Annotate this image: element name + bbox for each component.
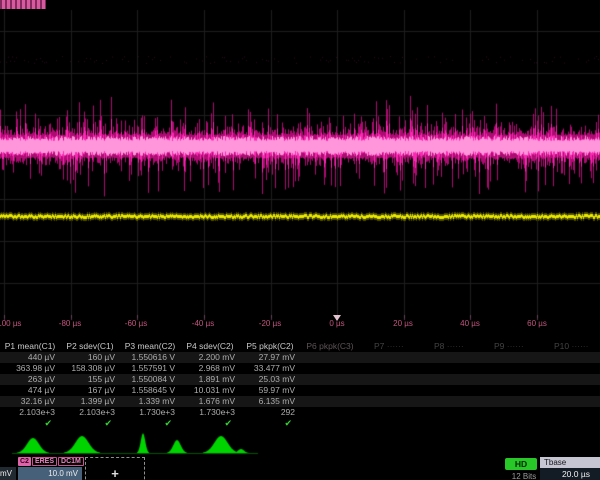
status-check-icon: ✔	[60, 418, 120, 429]
value-cell: 1.399 µV	[60, 396, 120, 407]
value-cell: 27.97 mV	[240, 352, 300, 363]
value-cell: 1.676 mV	[180, 396, 240, 407]
param-header-p7[interactable]: P7	[360, 341, 420, 352]
value-cell: 1.891 mV	[180, 374, 240, 385]
param-header-p5[interactable]: P5 pkpk(C2)	[240, 341, 300, 352]
c1-scale-value: 10.0 mV	[0, 467, 16, 480]
value-cell: 1.339 mV	[120, 396, 180, 407]
value-cell: 2.200 mV	[180, 352, 240, 363]
param-header-p2[interactable]: P2 sdev(C1)	[60, 341, 120, 352]
table-row-value: 440 µV 160 µV 1.550616 V 2.200 mV 27.97 …	[0, 352, 600, 363]
value-cell: 440 µV	[0, 352, 60, 363]
value-cell: 363.98 µV	[0, 363, 60, 374]
value-cell: 1.550084 V	[120, 374, 180, 385]
value-cell: 263 µV	[0, 374, 60, 385]
axis-tick-label: -40 µs	[181, 319, 225, 328]
hd-bits-label: 12 Bits	[504, 472, 544, 480]
trace-annotation-badge	[0, 0, 46, 9]
param-header-p1[interactable]: P1 mean(C1)	[0, 341, 60, 352]
value-cell: 474 µV	[0, 385, 60, 396]
value-cell: 10.031 mV	[180, 385, 240, 396]
table-row-mean: 363.98 µV 158.308 µV 1.557591 V 2.968 mV…	[0, 363, 600, 374]
param-header-p6[interactable]: P6 pkpk(C3)	[300, 341, 360, 352]
value-cell: 292	[240, 407, 300, 418]
value-cell: 1.730e+3	[180, 407, 240, 418]
trigger-position-marker[interactable]	[333, 315, 341, 321]
measurement-header-row: P1 mean(C1) P2 sdev(C1) P3 mean(C2) P4 s…	[0, 341, 600, 352]
status-check-icon: ✔	[0, 418, 60, 429]
status-check-icon: ✔	[120, 418, 180, 429]
oscilloscope-screen: -100 µs -80 µs -60 µs -40 µs -20 µs 0 µs…	[0, 0, 600, 480]
table-row-max: 474 µV 167 µV 1.558645 V 10.031 mV 59.97…	[0, 385, 600, 396]
value-cell: 59.97 mV	[240, 385, 300, 396]
param-header-p9[interactable]: P9	[480, 341, 540, 352]
axis-tick-label: -80 µs	[48, 319, 92, 328]
param-header-p3[interactable]: P3 mean(C2)	[120, 341, 180, 352]
value-cell: 2.103e+3	[0, 407, 60, 418]
value-cell: 155 µV	[60, 374, 120, 385]
value-cell: 1.730e+3	[120, 407, 180, 418]
value-cell: 158.308 µV	[60, 363, 120, 374]
axis-tick-label: 40 µs	[448, 319, 492, 328]
axis-tick-label: 60 µs	[515, 319, 559, 328]
param-header-p4[interactable]: P4 sdev(C2)	[180, 341, 240, 352]
parameter-histicons	[0, 430, 600, 456]
status-check-icon: ✔	[180, 418, 240, 429]
param-header-p10[interactable]: P10	[540, 341, 600, 352]
axis-tick-label: -20 µs	[248, 319, 292, 328]
c2-scale-value: 10.0 mV	[18, 467, 82, 480]
table-row-status: ✔ ✔ ✔ ✔ ✔	[0, 418, 600, 429]
param-header-p8[interactable]: P8	[420, 341, 480, 352]
add-channel-button[interactable]: +	[85, 457, 145, 480]
value-cell: 2.103e+3	[60, 407, 120, 418]
value-cell: 2.968 mV	[180, 363, 240, 374]
table-row-sdev: 32.16 µV 1.399 µV 1.339 mV 1.676 mV 6.13…	[0, 396, 600, 407]
value-cell: 1.558645 V	[120, 385, 180, 396]
value-cell: 160 µV	[60, 352, 120, 363]
timebase-descriptor[interactable]: Tbase	[540, 457, 600, 468]
plus-icon: +	[111, 466, 119, 480]
c2-label-badge: C2	[18, 457, 31, 466]
value-cell: 25.03 mV	[240, 374, 300, 385]
status-check-icon: ✔	[240, 418, 300, 429]
axis-tick-label: -100 µs	[0, 319, 30, 328]
value-cell: 33.477 mV	[240, 363, 300, 374]
hd-mode-badge[interactable]: HD	[505, 458, 537, 470]
table-row-num: 2.103e+3 2.103e+3 1.730e+3 1.730e+3 292	[0, 407, 600, 418]
timebase-value[interactable]: 20.0 µs	[540, 468, 600, 480]
channel-descriptor-c2[interactable]: C2 ERES DC1M 10.0 mV	[18, 456, 82, 480]
c2-eres-badge: ERES	[32, 457, 57, 466]
value-cell: 32.16 µV	[0, 396, 60, 407]
value-cell: 1.557591 V	[120, 363, 180, 374]
channel-descriptor-c1[interactable]: C1 DC1M 10.0 mV	[0, 456, 16, 480]
value-cell: 6.135 mV	[240, 396, 300, 407]
c2-coupling-badge: DC1M	[58, 457, 84, 466]
axis-tick-label: 20 µs	[381, 319, 425, 328]
axis-tick-label: -60 µs	[114, 319, 158, 328]
waveform-graticule[interactable]	[0, 0, 600, 330]
value-cell: 167 µV	[60, 385, 120, 396]
value-cell: 1.550616 V	[120, 352, 180, 363]
table-row-min: 263 µV 155 µV 1.550084 V 1.891 mV 25.03 …	[0, 374, 600, 385]
